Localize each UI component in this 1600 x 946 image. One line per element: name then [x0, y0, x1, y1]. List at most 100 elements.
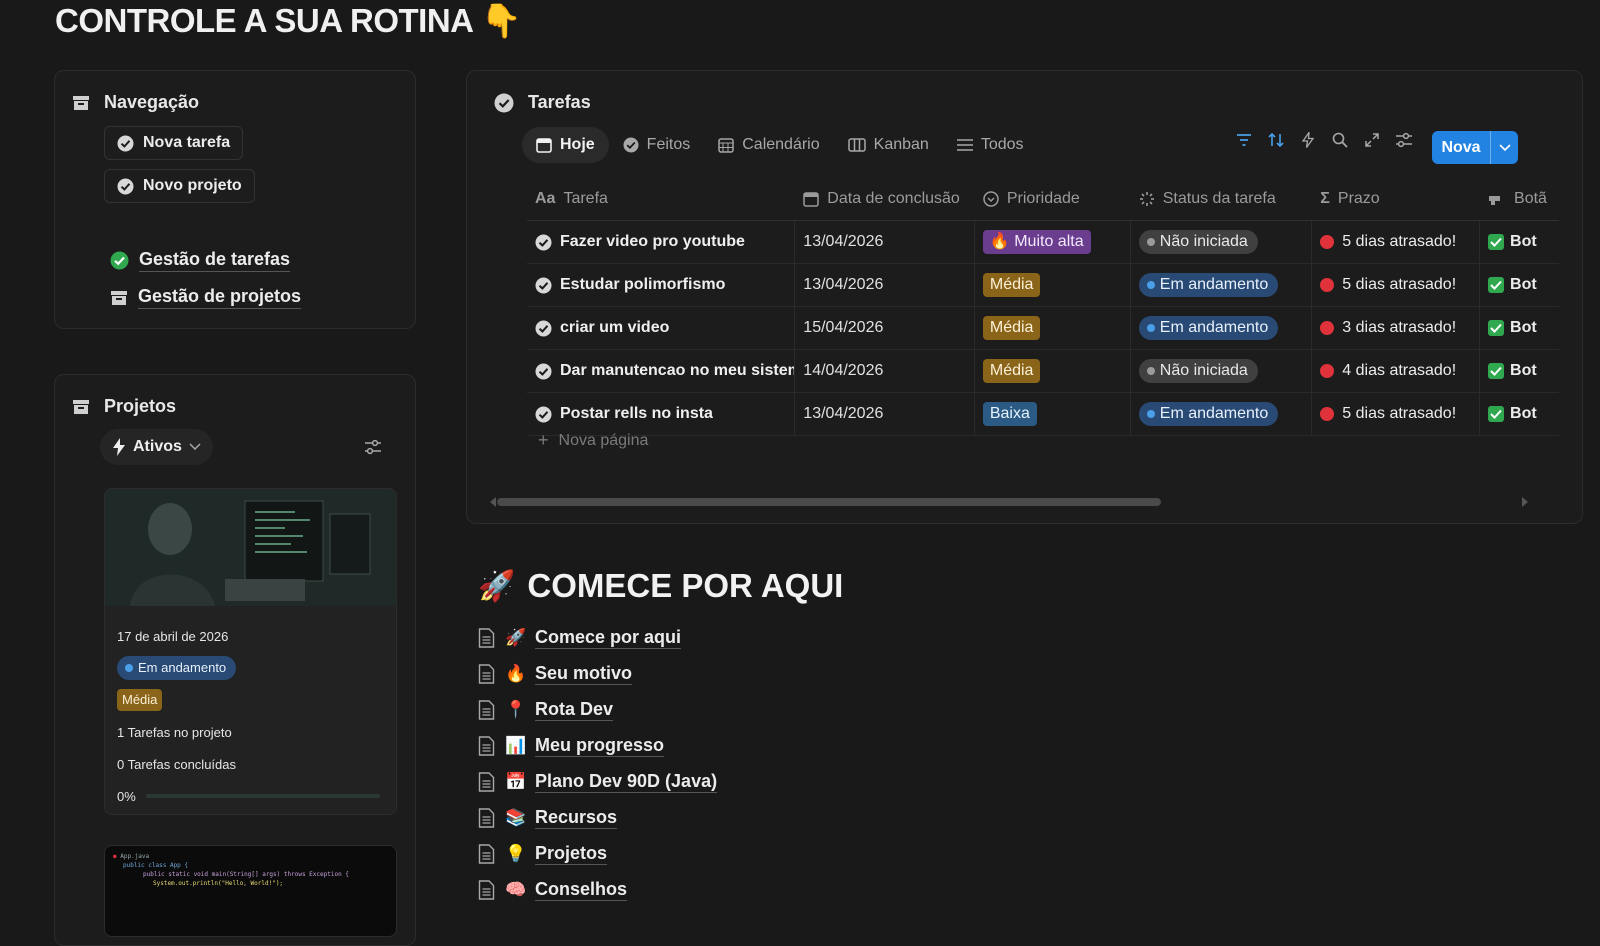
settings-sliders-icon[interactable]	[364, 439, 382, 455]
projects-title: Projetos	[104, 396, 177, 416]
start-link-item[interactable]: 🔥 Seu motivo	[478, 656, 717, 692]
status-label: Em andamento	[1159, 405, 1269, 422]
start-link-label: Projetos	[535, 843, 608, 865]
col-header-status[interactable]: Status da tarefa	[1131, 178, 1313, 220]
new-entry-button[interactable]: Nova	[1432, 131, 1518, 164]
sort-icon[interactable]	[1267, 131, 1285, 149]
col-tarefa-label: Tarefa	[563, 190, 608, 207]
link-emoji-icon: 📊	[505, 736, 527, 755]
col-prioridade-label: Prioridade	[1006, 190, 1080, 207]
chevron-down-icon	[189, 443, 201, 451]
task-date-cell[interactable]: 13/04/2026	[795, 393, 975, 435]
priority-badge: 🔥 Muito alta	[982, 230, 1091, 254]
start-link-item[interactable]: 📍 Rota Dev	[478, 692, 717, 728]
expand-icon[interactable]	[1363, 131, 1381, 149]
task-date-cell[interactable]: 14/04/2026	[795, 350, 975, 392]
code-tab-label: App.java	[120, 853, 150, 860]
task-priority-cell[interactable]: Média	[975, 350, 1131, 392]
table-row[interactable]: Fazer video pro youtube 13/04/2026 🔥 Muito…	[527, 221, 1559, 264]
row-button-label: Bot	[1510, 362, 1537, 379]
settings-sliders-icon[interactable]	[1395, 131, 1413, 149]
task-name-cell[interactable]: Estudar polimorfismo	[527, 264, 796, 306]
task-status-cell[interactable]: Em andamento	[1131, 393, 1313, 435]
status-label: Em andamento	[1159, 276, 1269, 293]
chevron-down-icon[interactable]	[1491, 143, 1518, 152]
plus-icon: +	[538, 430, 549, 450]
start-link-item[interactable]: 📊 Meu progresso	[478, 728, 717, 764]
tab-todos[interactable]: Todos	[943, 127, 1038, 163]
start-link-item[interactable]: 📚 Recursos	[478, 800, 717, 836]
project-card-2[interactable]: ● App.java public class App { public sta…	[104, 845, 397, 937]
project-cover-image	[105, 489, 396, 606]
table-row[interactable]: criar um video 15/04/2026 Média Em andament…	[527, 307, 1559, 350]
task-priority-cell[interactable]: Média	[975, 307, 1131, 349]
start-link-label: Rota Dev	[535, 699, 614, 721]
col-header-data[interactable]: Data de conclusão	[795, 178, 975, 220]
task-button-cell[interactable]: Bot	[1480, 221, 1559, 263]
task-priority-cell[interactable]: Baixa	[975, 393, 1131, 435]
nav-link-tasks-label: Gestão de tarefas	[139, 249, 291, 272]
task-status-cell[interactable]: Não iniciada	[1131, 221, 1313, 263]
table-row[interactable]: Postar rells no insta 13/04/2026 Baixa Em a…	[527, 393, 1559, 436]
project-status-label: Em andamento	[138, 660, 227, 675]
start-link-item[interactable]: 🧠 Conselhos	[478, 872, 717, 908]
new-project-button[interactable]: Novo projeto	[104, 169, 255, 203]
tab-kanban[interactable]: Kanban	[834, 127, 943, 163]
nav-link-tasks[interactable]: Gestão de tarefas	[110, 249, 291, 272]
col-header-prioridade[interactable]: Prioridade	[975, 178, 1131, 220]
task-name-cell[interactable]: Postar rells no insta	[527, 393, 796, 435]
task-name-cell[interactable]: Fazer video pro youtube	[527, 221, 796, 263]
task-date: 13/04/2026	[803, 405, 884, 422]
task-status-cell[interactable]: Em andamento	[1131, 307, 1313, 349]
search-icon[interactable]	[1331, 131, 1349, 149]
task-date-cell[interactable]: 15/04/2026	[795, 307, 975, 349]
status-badge: Em andamento	[1138, 316, 1279, 340]
task-date-cell[interactable]: 13/04/2026	[795, 221, 975, 263]
table-row[interactable]: Estudar polimorfismo 13/04/2026 Média Em an…	[527, 264, 1559, 307]
col-header-botao[interactable]: Botã	[1480, 178, 1559, 220]
new-page-label: Nova página	[558, 431, 649, 449]
code-tab-dot: ●	[113, 853, 117, 860]
task-name-cell[interactable]: criar um video	[527, 307, 796, 349]
col-header-prazo[interactable]: Σ Prazo	[1312, 178, 1480, 220]
tab-feitos[interactable]: Feitos	[609, 127, 705, 163]
task-deadline-cell: 3 dias atrasado!	[1312, 307, 1481, 349]
filter-active-pill[interactable]: Ativos	[100, 429, 213, 465]
task-button-cell[interactable]: Bot	[1480, 393, 1559, 435]
task-status-cell[interactable]: Não iniciada	[1131, 350, 1313, 392]
tasks-header: Tarefas	[494, 92, 591, 113]
task-date: 13/04/2026	[803, 276, 884, 293]
lightning-icon[interactable]	[1299, 131, 1317, 149]
start-link-item[interactable]: 🚀 Comece por aqui	[478, 620, 717, 656]
filter-icon[interactable]	[1235, 131, 1253, 149]
task-priority-cell[interactable]: Média	[975, 264, 1131, 306]
horizontal-scrollbar[interactable]	[490, 495, 1550, 509]
link-emoji-icon: 📅	[505, 772, 527, 791]
deadline-text: 5 dias atrasado!	[1342, 233, 1457, 250]
project-card[interactable]: 17 de abril de 2026 Em andamento Média 1…	[104, 488, 397, 815]
row-button-label: Bot	[1510, 319, 1537, 336]
task-button-cell[interactable]: Bot	[1480, 307, 1559, 349]
code-line-2: public static void main(String[] args) t…	[143, 871, 349, 878]
tab-hoje[interactable]: Hoje	[522, 127, 609, 163]
link-emoji-icon: 🔥	[505, 664, 527, 683]
task-button-cell[interactable]: Bot	[1480, 264, 1559, 306]
table-row[interactable]: Dar manutencao no meu sistema 14/04/2026 M…	[527, 350, 1559, 393]
task-button-cell[interactable]: Bot	[1480, 350, 1559, 392]
task-name-cell[interactable]: Dar manutencao no meu sistema	[527, 350, 796, 392]
task-date: 14/04/2026	[803, 362, 884, 379]
start-link-item[interactable]: 💡 Projetos	[478, 836, 717, 872]
green-check-icon	[110, 251, 129, 270]
new-task-button[interactable]: Nova tarefa	[104, 126, 244, 160]
col-header-tarefa[interactable]: Aa Tarefa	[527, 178, 795, 220]
task-status-cell[interactable]: Em andamento	[1131, 264, 1313, 306]
nav-link-projects[interactable]: Gestão de projetos	[110, 286, 302, 309]
start-link-label: Plano Dev 90D (Java)	[535, 771, 718, 793]
tab-calendario[interactable]: Calendário	[704, 127, 833, 163]
tasks-table: Aa Tarefa Data de conclusão Prioridade St…	[527, 178, 1559, 436]
new-page-button[interactable]: + Nova página	[538, 430, 648, 451]
task-priority-cell[interactable]: 🔥 Muito alta	[975, 221, 1131, 263]
task-date-cell[interactable]: 13/04/2026	[795, 264, 975, 306]
project-tasks-count: 1 Tarefas no projeto	[117, 724, 232, 740]
start-link-item[interactable]: 📅 Plano Dev 90D (Java)	[478, 764, 718, 800]
